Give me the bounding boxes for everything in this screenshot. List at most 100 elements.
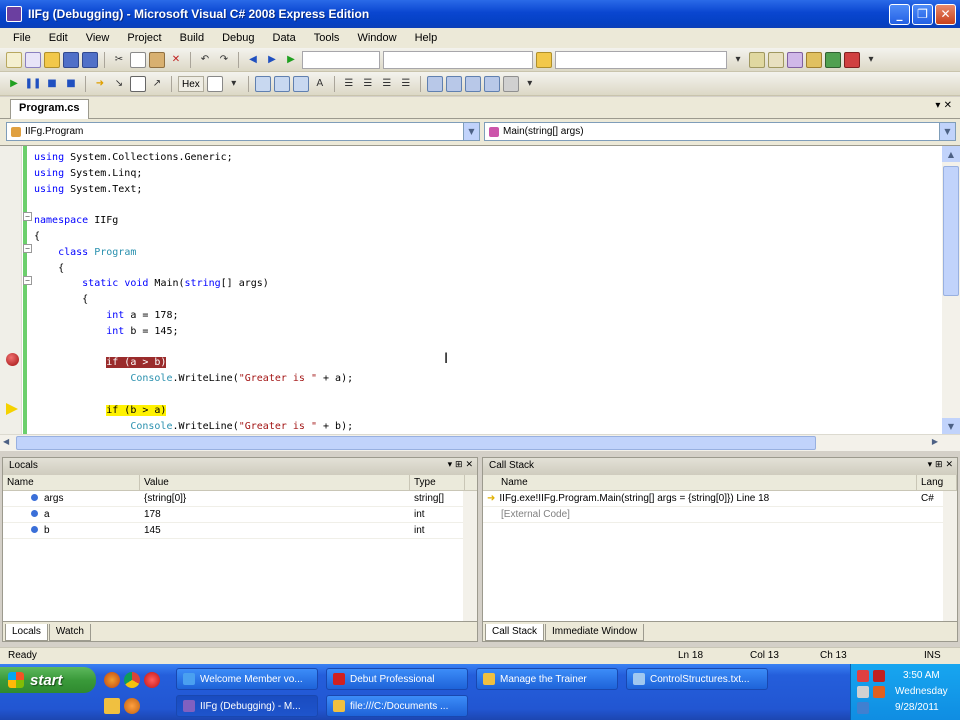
- delete-icon[interactable]: ✕: [168, 52, 184, 68]
- break-all-icon[interactable]: ❚❚: [25, 76, 42, 92]
- toggle-bookmark-icon[interactable]: [426, 75, 443, 92]
- task-iifg-debugging[interactable]: IIFg (Debugging) - M...: [176, 695, 318, 717]
- step-into-icon[interactable]: ↘: [111, 76, 127, 92]
- locals-row[interactable]: b 145 int: [3, 523, 477, 539]
- hex-display-button[interactable]: Hex: [178, 75, 204, 92]
- clock-date[interactable]: 9/28/2011: [895, 702, 939, 713]
- member-combo[interactable]: Main(string[] args) ▼: [484, 122, 956, 141]
- menu-window[interactable]: Window: [348, 32, 405, 44]
- code-line[interactable]: int b = 145;: [34, 324, 178, 339]
- save-icon[interactable]: [63, 51, 79, 68]
- menu-file[interactable]: File: [4, 32, 40, 44]
- tab-call-stack[interactable]: Call Stack: [485, 624, 545, 641]
- code-line[interactable]: {: [34, 261, 64, 276]
- task-debut-professional[interactable]: Debut Professional: [326, 668, 468, 690]
- stop-debugging-icon[interactable]: ■: [44, 76, 60, 92]
- chevron-down-icon[interactable]: ▼: [463, 123, 479, 140]
- format-document-icon[interactable]: [254, 75, 271, 92]
- cut-icon[interactable]: ✂: [111, 52, 127, 68]
- task-controlstructures[interactable]: ControlStructures.txt...: [626, 668, 768, 690]
- column-lang[interactable]: Lang: [917, 475, 957, 490]
- tray-update-icon[interactable]: [873, 686, 885, 698]
- code-line[interactable]: static void Main(string[] args): [34, 276, 269, 291]
- previous-bookmark-icon[interactable]: [445, 75, 462, 92]
- breakpoint-icon[interactable]: [6, 353, 19, 366]
- uncomment-icon[interactable]: ☰: [398, 76, 414, 92]
- tray-network-icon[interactable]: [857, 670, 869, 682]
- continue-icon[interactable]: ▶: [283, 52, 299, 68]
- local-value[interactable]: 145: [140, 523, 410, 538]
- dropdown-arrow-icon[interactable]: ▾: [226, 76, 242, 92]
- call-stack-row[interactable]: [External Code]: [483, 507, 957, 523]
- tab-watch[interactable]: Watch: [48, 624, 91, 641]
- menu-tools[interactable]: Tools: [305, 32, 349, 44]
- horizontal-scrollbar[interactable]: ◀ ▶: [0, 434, 960, 451]
- panel-controls[interactable]: ▾ ⊞ ✕: [928, 460, 953, 470]
- opera-quicklaunch-icon[interactable]: [144, 672, 160, 688]
- menu-view[interactable]: View: [77, 32, 119, 44]
- copy-icon[interactable]: [130, 51, 146, 68]
- explorer-quicklaunch-icon[interactable]: [104, 698, 120, 714]
- code-line[interactable]: int a = 178;: [34, 308, 178, 323]
- increase-indent-icon[interactable]: ☰: [360, 76, 376, 92]
- current-statement-arrow-icon[interactable]: [6, 403, 18, 415]
- task-file-documents[interactable]: file:///C:/Documents ...: [326, 695, 468, 717]
- task-manage-trainer[interactable]: Manage the Trainer: [476, 668, 618, 690]
- code-line[interactable]: Console.WriteLine("Greater is " + a);: [34, 371, 353, 386]
- paste-icon[interactable]: [149, 51, 165, 68]
- comment-icon[interactable]: [273, 75, 290, 92]
- scroll-down-icon[interactable]: ▼: [942, 418, 960, 434]
- tab-program-cs[interactable]: Program.cs: [10, 99, 89, 119]
- chrome-quicklaunch-icon[interactable]: [124, 672, 140, 688]
- menu-help[interactable]: Help: [406, 32, 447, 44]
- breakpoints-window-icon[interactable]: [206, 75, 223, 92]
- toolbar-options-icon[interactable]: ▾: [863, 52, 879, 68]
- object-browser-icon[interactable]: [787, 51, 803, 68]
- toolbox-icon[interactable]: [806, 51, 822, 68]
- clear-bookmarks-icon[interactable]: [483, 75, 500, 92]
- code-line[interactable]: Console.WriteLine("Greater is " + b);: [34, 419, 353, 434]
- solution-platform-combo[interactable]: [383, 50, 533, 69]
- vertical-scroll-thumb[interactable]: [943, 166, 959, 296]
- menu-debug[interactable]: Debug: [213, 32, 263, 44]
- database-explorer-icon[interactable]: [844, 51, 860, 68]
- firefox-quicklaunch-icon[interactable]: [104, 672, 120, 688]
- toolbar-options-icon[interactable]: ▾: [522, 76, 538, 92]
- local-value[interactable]: 178: [140, 507, 410, 522]
- start-page-icon[interactable]: [825, 51, 841, 68]
- code-line[interactable]: {: [34, 292, 88, 307]
- settings-quicklaunch-icon[interactable]: [124, 698, 140, 714]
- add-item-icon[interactable]: [25, 51, 41, 68]
- new-project-icon[interactable]: [6, 51, 22, 68]
- menu-data[interactable]: Data: [264, 32, 305, 44]
- code-line[interactable]: {: [34, 229, 40, 244]
- locals-row[interactable]: a 178 int: [3, 507, 477, 523]
- show-next-statement-icon[interactable]: ➜: [92, 76, 108, 92]
- scroll-right-icon[interactable]: ▶: [932, 437, 938, 446]
- restart-icon[interactable]: ■: [63, 76, 79, 92]
- navigate-back-icon[interactable]: ◀: [245, 52, 261, 68]
- column-name[interactable]: Name: [483, 475, 917, 490]
- tray-app-icon[interactable]: [857, 702, 869, 714]
- indicator-margin[interactable]: [0, 146, 22, 434]
- column-type[interactable]: Type: [410, 475, 465, 490]
- solution-explorer-icon[interactable]: [749, 51, 765, 68]
- column-value[interactable]: Value: [140, 475, 410, 490]
- code-line[interactable]: namespace IIFg: [34, 213, 118, 228]
- decrease-indent-icon[interactable]: ☰: [341, 76, 357, 92]
- code-line[interactable]: using System.Text;: [34, 182, 142, 197]
- code-line[interactable]: class Program: [34, 245, 136, 260]
- undo-icon[interactable]: ↶: [197, 52, 213, 68]
- code-line[interactable]: if (a > b): [34, 355, 167, 370]
- menu-project[interactable]: Project: [118, 32, 170, 44]
- code-area[interactable]: using System.Collections.Generic; using S…: [34, 146, 938, 434]
- restore-button[interactable]: ❐: [912, 3, 933, 25]
- open-file-icon[interactable]: [44, 51, 60, 68]
- tray-security-icon[interactable]: [873, 670, 885, 682]
- outline-collapse-method[interactable]: −: [23, 276, 32, 285]
- locals-scrollbar[interactable]: [463, 491, 477, 621]
- panel-controls[interactable]: ▾ ⊞ ✕: [448, 460, 473, 470]
- horizontal-scroll-thumb[interactable]: [16, 436, 816, 450]
- minimize-button[interactable]: _: [889, 3, 910, 25]
- find-combo[interactable]: [555, 50, 727, 69]
